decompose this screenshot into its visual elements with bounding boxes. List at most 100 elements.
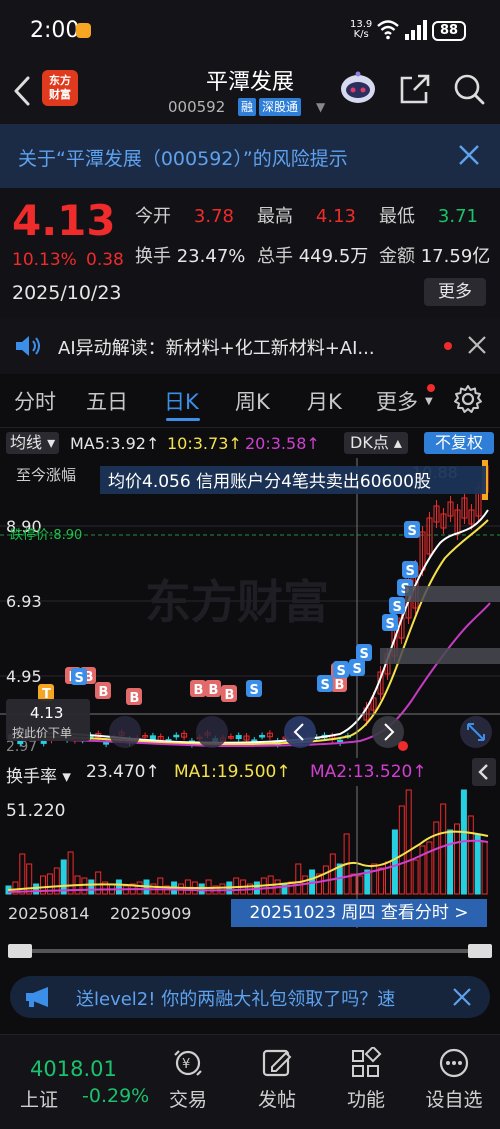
tab-weekly-k[interactable]: 周K: [235, 386, 270, 416]
promo-banner[interactable]: 送level2! 你的两融大礼包领取了吗？速: [10, 976, 490, 1018]
chevron-left-icon[interactable]: [472, 758, 496, 786]
nav-trade[interactable]: ¥ 交易: [156, 1045, 220, 1115]
chart-nav-left[interactable]: [109, 716, 141, 748]
sell-marker[interactable]: S: [404, 521, 420, 539]
close-icon[interactable]: [456, 142, 482, 168]
quote-date: 2025/10/23: [12, 282, 122, 304]
ai-assistant-icon[interactable]: [338, 70, 378, 106]
tooltip-text: 均价4.056 信用账户分4笔共卖出60600股: [108, 472, 431, 492]
chart-range-scroller[interactable]: [8, 944, 492, 958]
nav-post[interactable]: 发帖: [245, 1045, 309, 1115]
tab-intraday[interactable]: 分时: [14, 386, 56, 416]
signal-icon: [405, 20, 427, 40]
turnover-bar: [60, 859, 67, 895]
risk-warning-banner[interactable]: 关于“平潭发展（000592）”的风险提示: [0, 124, 500, 188]
svg-text:S: S: [353, 662, 362, 677]
index-name[interactable]: 上证: [20, 1085, 58, 1112]
ma5-value: MA5:3.92↑: [70, 434, 160, 453]
scroller-track[interactable]: [8, 949, 492, 953]
edit-icon: [262, 1049, 292, 1077]
svg-text:B: B: [225, 688, 235, 703]
wifi-icon: [377, 20, 399, 40]
svg-text:B: B: [335, 678, 345, 693]
buy-marker[interactable]: B: [126, 688, 142, 706]
scroller-handle-right[interactable]: [468, 944, 492, 958]
candlestick-chart[interactable]: 东方财富 至今涨幅 10.88 8.90 6.93 4.95 2.97 跌停价:…: [0, 458, 500, 758]
index-value[interactable]: 4018.01: [30, 1057, 117, 1081]
turnover-ma2: MA2:13.520↑: [310, 762, 427, 782]
sell-marker[interactable]: S: [356, 644, 372, 662]
search-icon[interactable]: [452, 72, 486, 106]
sell-marker[interactable]: S: [382, 614, 398, 632]
svg-text:S: S: [408, 524, 417, 539]
index-change[interactable]: -0.29%: [82, 1085, 149, 1107]
promo-text[interactable]: 送level2! 你的两融大礼包领取了吗？速: [76, 985, 444, 1011]
more-dropdown-icon[interactable]: ▼: [425, 396, 433, 407]
expand-chart-icon[interactable]: [460, 716, 492, 748]
app-logo[interactable]: 东方 财富: [42, 70, 78, 106]
last-price: 4.13: [12, 196, 116, 245]
y-label-3: 6.93: [6, 592, 42, 611]
chart-nav-prev[interactable]: [284, 716, 316, 748]
sell-marker[interactable]: S: [317, 675, 333, 693]
dk-point-button[interactable]: DK点 ▴: [344, 432, 408, 454]
svg-text:B: B: [209, 683, 219, 698]
date-label-mid: 20250909: [110, 904, 192, 923]
unread-dot: [444, 342, 452, 350]
buy-marker[interactable]: B: [95, 682, 111, 700]
gear-icon[interactable]: [453, 384, 483, 414]
low-price: 最低 3.71: [379, 206, 478, 227]
stock-name: 平潭发展: [205, 70, 294, 95]
svg-text:S: S: [393, 600, 402, 615]
risk-warning-text[interactable]: 关于“平潭发展（000592）”的风险提示: [18, 144, 348, 171]
tab-five-day[interactable]: 五日: [86, 386, 128, 416]
svg-text:S: S: [337, 664, 346, 679]
notification-icon: [76, 23, 91, 38]
more-quote-button[interactable]: 更多: [424, 278, 486, 306]
speaker-icon: [16, 336, 40, 356]
scroller-handle-left[interactable]: [8, 944, 32, 958]
chart-nav-mid[interactable]: [196, 716, 228, 748]
battery-indicator: 88: [432, 21, 466, 41]
trade-amount: 金额 17.59亿: [379, 246, 491, 267]
nav-functions[interactable]: 功能: [334, 1045, 398, 1115]
close-icon[interactable]: [452, 987, 472, 1007]
tab-daily-k[interactable]: 日K: [164, 386, 199, 416]
connect-tag: 深股通: [259, 98, 302, 116]
sell-marker[interactable]: S: [333, 661, 349, 679]
buy-marker[interactable]: B: [190, 680, 206, 698]
quote-panel: 4.13 10.13% 0.38 2025/10/23 今开 3.78 最高 4…: [0, 188, 500, 318]
turnover-selector[interactable]: 换手率 ▾: [6, 762, 71, 787]
unread-dot: [427, 384, 435, 392]
tab-monthly-k[interactable]: 月K: [307, 386, 342, 416]
turnover-value: 23.470↑: [86, 762, 160, 782]
sell-marker[interactable]: S: [389, 597, 405, 615]
back-arrow-icon[interactable]: [10, 74, 36, 108]
status-bar: 2:00 13.9 K/s 88: [0, 0, 500, 60]
turnover-indicator-row: 换手率 ▾ 23.470↑ MA1:19.500↑ MA2:13.520↑: [0, 758, 500, 787]
buy-marker[interactable]: B: [205, 680, 221, 698]
close-icon[interactable]: [467, 335, 487, 355]
svg-text:S: S: [75, 671, 84, 686]
stock-header: 东方 财富 平潭发展 000592 融 深股通 ▼: [0, 60, 500, 124]
ai-insight-bar[interactable]: AI异动解读：新材料+化工新材料+AI...: [0, 318, 500, 374]
turnover-rate: 换手 23.47%: [135, 246, 246, 267]
sell-marker[interactable]: S: [246, 680, 262, 698]
buy-marker[interactable]: B: [221, 685, 237, 703]
svg-text:¥: ¥: [182, 1057, 190, 1072]
nav-add-watchlist[interactable]: 设自选: [422, 1045, 486, 1115]
ai-insight-text[interactable]: AI异动解读：新材料+化工新材料+AI...: [58, 334, 408, 360]
turnover-bar: [391, 829, 398, 895]
share-icon[interactable]: [398, 72, 432, 106]
stock-code: 000592: [168, 98, 226, 116]
view-intraday-button[interactable]: 20251023 周四 查看分时 >: [231, 899, 487, 927]
adjust-button[interactable]: 不复权: [424, 432, 494, 454]
y-label-4: 4.95: [6, 667, 42, 686]
sell-marker[interactable]: S: [71, 668, 87, 686]
ma-selector[interactable]: 均线 ▾: [6, 432, 60, 454]
tab-more[interactable]: 更多: [376, 386, 418, 416]
tag-dropdown-icon[interactable]: ▼: [316, 100, 325, 114]
cursor-price: 4.13: [30, 704, 63, 722]
sell-marker[interactable]: S: [402, 561, 418, 579]
turnover-top-label: 51.220: [6, 801, 65, 821]
